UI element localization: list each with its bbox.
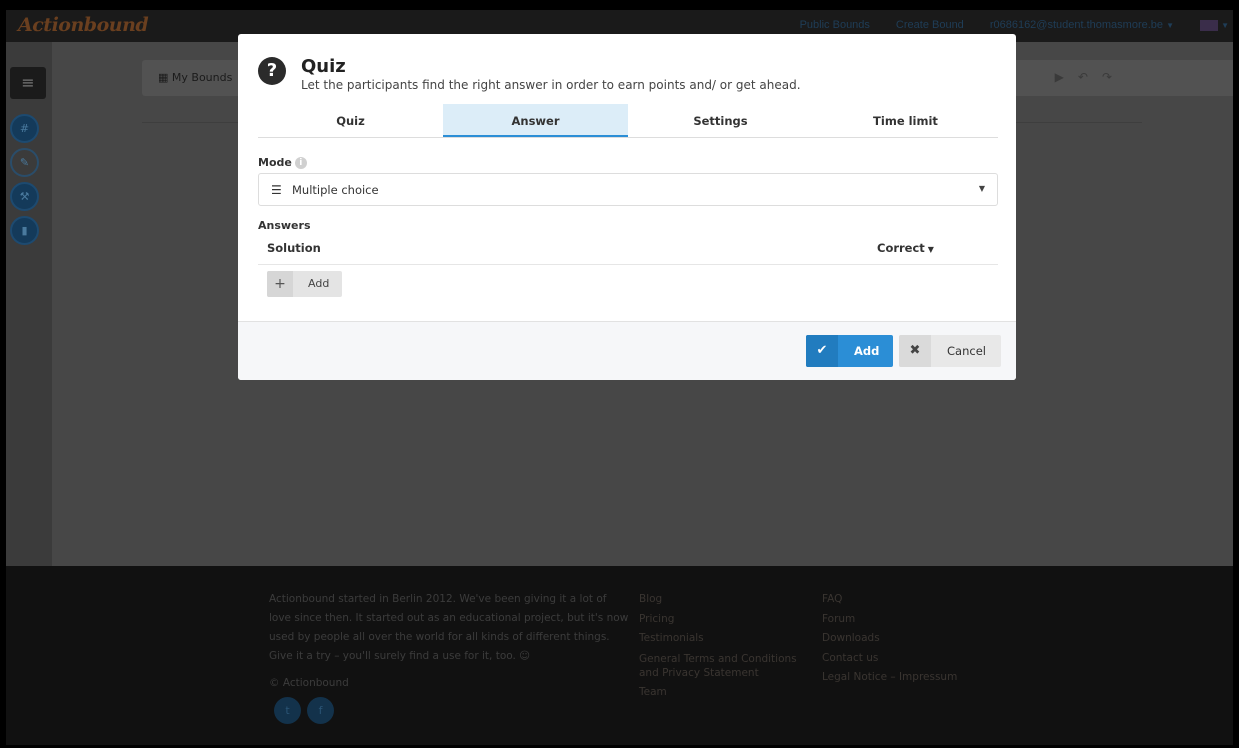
cancel-button[interactable]: ✖ Cancel xyxy=(899,335,1001,367)
public-bounds-link[interactable]: Public Bounds xyxy=(800,19,870,31)
mode-label: Mode xyxy=(258,156,292,169)
footer-link[interactable]: General Terms and Conditions and Privacy… xyxy=(639,652,809,680)
left-sidebar: ≡ # ✎ ⚒ ▮ xyxy=(6,42,52,566)
mode-label-row: Mode i xyxy=(258,156,307,169)
menu-icon[interactable]: ≡ xyxy=(10,67,46,99)
footer-link[interactable]: Downloads xyxy=(822,629,1012,649)
user-email: r0686162@student.thomasmore.be xyxy=(989,19,1164,31)
user-menu[interactable]: r0686162@student.thomasmore.be ▼ xyxy=(990,19,1174,31)
info-icon[interactable]: i xyxy=(294,157,307,169)
add-button[interactable]: ✔ Add xyxy=(806,335,893,367)
add-button-label: Add xyxy=(854,344,880,358)
footer-link[interactable]: Testimonials xyxy=(639,629,809,649)
footer-link[interactable]: Pricing xyxy=(639,610,809,630)
chevron-down-icon: ▼ xyxy=(927,245,934,254)
list-icon: ☰ xyxy=(271,183,282,197)
checkmark-icon: ✔ xyxy=(806,335,838,367)
close-icon: ✖ xyxy=(899,335,931,367)
facebook-icon[interactable]: f xyxy=(307,697,334,724)
footer-links-col2: FAQ Forum Downloads Contact us Legal Not… xyxy=(822,590,1012,688)
modal-footer: ✔ Add ✖ Cancel xyxy=(238,321,1016,380)
correct-column-header[interactable]: Correct ▼ xyxy=(877,241,934,255)
footer-copyright: © Actionbound xyxy=(269,677,349,689)
page-footer: Actionbound started in Berlin 2012. We'v… xyxy=(6,566,1233,745)
toolbar-actions: ▶↶↷ xyxy=(1055,70,1126,84)
plus-icon: + xyxy=(267,271,293,297)
footer-link[interactable]: Blog xyxy=(639,590,809,610)
pencil-icon[interactable]: ✎ xyxy=(10,148,39,177)
grid-icon: ▦ xyxy=(158,71,169,84)
quiz-modal: ? Quiz Let the participants find the rig… xyxy=(238,34,1016,380)
footer-link[interactable]: Team xyxy=(639,683,809,703)
answers-label: Answers xyxy=(258,219,311,232)
footer-links-col1: Blog Pricing Testimonials General Terms … xyxy=(639,590,809,702)
chevron-down-icon: ▼ xyxy=(1166,21,1175,30)
answers-table-header: Solution Correct ▼ xyxy=(258,235,998,265)
cancel-button-label: Cancel xyxy=(947,344,986,358)
footer-link[interactable]: FAQ xyxy=(822,590,1012,610)
modal-title: Quiz xyxy=(301,56,346,77)
play-icon[interactable]: ▶ xyxy=(1055,70,1078,84)
language-menu[interactable]: ▼ xyxy=(1200,19,1229,31)
twitter-icon[interactable]: t xyxy=(274,697,301,724)
solution-column-header: Solution xyxy=(267,241,321,255)
add-answer-button[interactable]: + Add xyxy=(267,271,342,297)
modal-tabs: Quiz Answer Settings Time limit xyxy=(258,104,998,138)
tab-settings[interactable]: Settings xyxy=(628,104,813,137)
stats-icon[interactable]: ▮ xyxy=(10,216,39,245)
top-nav-links: Public Bounds Create Bound r0686162@stud… xyxy=(800,19,1229,31)
add-answer-label: Add xyxy=(308,277,330,290)
footer-about: Actionbound started in Berlin 2012. We'v… xyxy=(269,590,629,693)
footer-link[interactable]: Forum xyxy=(822,610,1012,630)
hashtag-icon[interactable]: # xyxy=(10,114,39,143)
footer-about-text: Actionbound started in Berlin 2012. We'v… xyxy=(269,593,629,662)
undo-icon[interactable]: ↶ xyxy=(1078,70,1102,84)
tab-time-limit[interactable]: Time limit xyxy=(813,104,998,137)
wrench-icon[interactable]: ⚒ xyxy=(10,182,39,211)
mode-select-value: Multiple choice xyxy=(292,183,379,197)
chevron-down-icon: ▼ xyxy=(1221,21,1229,30)
modal-subtitle: Let the participants find the right answ… xyxy=(301,78,801,92)
actionbound-logo[interactable]: Actionbound xyxy=(18,14,149,36)
uk-flag-icon xyxy=(1200,19,1219,31)
my-bounds-button[interactable]: ▦ My Bounds xyxy=(158,71,232,84)
footer-link[interactable]: Legal Notice – Impressum xyxy=(822,668,1012,688)
create-bound-link[interactable]: Create Bound xyxy=(896,19,964,31)
footer-link[interactable]: Contact us xyxy=(822,649,1012,669)
tab-quiz[interactable]: Quiz xyxy=(258,104,443,137)
tab-answer[interactable]: Answer xyxy=(443,104,628,137)
footer-social: t f xyxy=(274,697,334,724)
mode-select[interactable]: ☰ Multiple choice ▼ xyxy=(258,173,998,206)
question-icon: ? xyxy=(258,57,286,85)
chevron-down-icon: ▼ xyxy=(978,184,985,193)
redo-icon[interactable]: ↷ xyxy=(1102,70,1126,84)
